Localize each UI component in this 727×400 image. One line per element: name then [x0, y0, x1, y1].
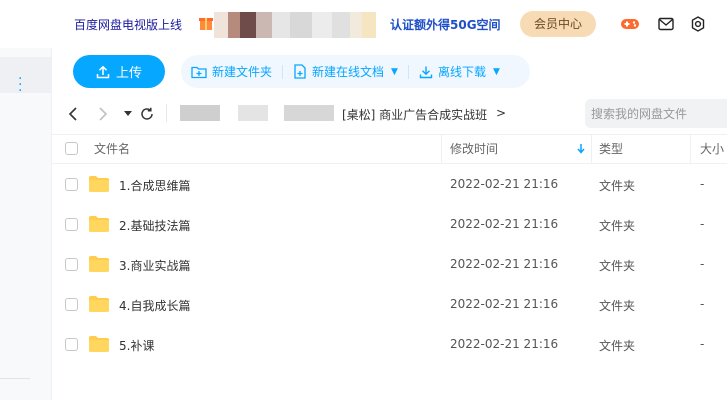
- file-name[interactable]: 3.商业实战篇: [119, 257, 190, 274]
- folder-icon: [89, 336, 109, 352]
- breadcrumb-arrow[interactable]: >: [496, 106, 506, 120]
- column-header-mtime[interactable]: 修改时间: [450, 135, 498, 163]
- file-mtime: 2022-02-21 21:16: [450, 337, 559, 351]
- file-size: -: [700, 217, 705, 231]
- dropdown-caret-icon: ▼: [391, 66, 398, 77]
- navigation-bar: [桌松] 商业广告合成实战班 >: [52, 96, 727, 132]
- sidebar-item-active[interactable]: · · ·: [0, 57, 52, 99]
- download-icon: [419, 66, 433, 78]
- file-mtime: 2022-02-21 21:16: [450, 217, 559, 231]
- row-checkbox[interactable]: [65, 338, 78, 351]
- blurred-breadcrumb[interactable]: [180, 105, 220, 121]
- folder-icon: [89, 176, 109, 192]
- settings-icon[interactable]: [688, 14, 708, 34]
- new-doc-icon: [294, 64, 306, 79]
- upload-label: 上传: [115, 66, 142, 81]
- offline-download-button[interactable]: 离线下载 ▼: [409, 55, 510, 88]
- vip-center-button[interactable]: 会员中心: [520, 11, 596, 37]
- file-name[interactable]: 4.自我成长篇: [119, 297, 190, 314]
- file-mtime: 2022-02-21 21:16: [450, 297, 559, 311]
- file-mtime: 2022-02-21 21:16: [450, 177, 559, 191]
- file-size: -: [700, 257, 705, 271]
- tv-version-link[interactable]: 百度网盘电视版上线: [74, 16, 182, 33]
- column-header-name[interactable]: 文件名: [94, 135, 130, 163]
- toolbar-actions: 新建文件夹 新建在线文档 ▼ 离线下载 ▼: [181, 55, 530, 88]
- search-box[interactable]: [585, 99, 727, 128]
- chevron-left-icon: [68, 107, 77, 121]
- file-size: -: [700, 297, 705, 311]
- row-checkbox[interactable]: [65, 218, 78, 231]
- folder-icon: [89, 216, 109, 232]
- file-name[interactable]: 1.合成思维篇: [119, 177, 190, 194]
- new-folder-button[interactable]: 新建文件夹: [181, 55, 282, 88]
- upload-button[interactable]: 上传: [73, 55, 165, 88]
- folder-icon: [89, 296, 109, 312]
- file-type: 文件夹: [599, 179, 636, 193]
- table-row[interactable]: 5.补课 2022-02-21 21:16 文件夹 -: [52, 324, 727, 364]
- file-name[interactable]: 2.基础技法篇: [119, 217, 190, 234]
- file-type: 文件夹: [599, 259, 636, 273]
- breadcrumb-current[interactable]: [桌松] 商业广告合成实战班: [342, 106, 487, 123]
- folder-icon: [89, 256, 109, 272]
- upload-icon: [96, 65, 110, 78]
- table-row[interactable]: 1.合成思维篇 2022-02-21 21:16 文件夹 -: [52, 164, 727, 204]
- dropdown-caret-icon: ▼: [492, 66, 500, 77]
- file-type: 文件夹: [599, 339, 636, 353]
- file-type: 文件夹: [599, 299, 636, 313]
- search-input[interactable]: [585, 99, 727, 128]
- file-name[interactable]: 5.补课: [119, 337, 154, 354]
- offline-download-label: 离线下载: [437, 65, 486, 79]
- certification-link[interactable]: 认证额外得50G空间: [390, 16, 501, 33]
- nav-divider: [166, 104, 167, 122]
- file-table-header: 文件名 修改时间 类型 大小: [52, 134, 727, 164]
- new-online-doc-label: 新建在线文档: [312, 65, 385, 79]
- new-folder-icon: [191, 66, 207, 78]
- mail-icon[interactable]: [656, 14, 676, 34]
- forward-button[interactable]: [94, 105, 112, 123]
- row-checkbox[interactable]: [65, 178, 78, 191]
- history-dropdown-button[interactable]: [119, 105, 137, 123]
- column-header-type[interactable]: 类型: [599, 135, 623, 163]
- blurred-breadcrumb[interactable]: [238, 105, 268, 121]
- column-divider[interactable]: [690, 135, 691, 163]
- caret-down-icon: [124, 111, 132, 116]
- sort-desc-icon[interactable]: [577, 144, 585, 154]
- gamepad-icon[interactable]: [620, 14, 640, 34]
- back-button[interactable]: [64, 105, 82, 123]
- file-size: -: [700, 177, 705, 191]
- gift-icon: [199, 18, 213, 30]
- column-divider[interactable]: [591, 135, 592, 163]
- table-row[interactable]: 2.基础技法篇 2022-02-21 21:16 文件夹 -: [52, 204, 727, 244]
- sidebar-divider: [0, 378, 30, 379]
- file-size: -: [700, 337, 705, 351]
- new-online-doc-button[interactable]: 新建在线文档 ▼: [283, 55, 408, 88]
- select-all-checkbox[interactable]: [65, 142, 78, 155]
- blurred-banner: [214, 12, 376, 38]
- blurred-breadcrumb[interactable]: [284, 105, 334, 121]
- file-type: 文件夹: [599, 219, 636, 233]
- left-sidebar: · · ·: [0, 48, 52, 400]
- column-header-size[interactable]: 大小: [700, 135, 724, 163]
- top-bar: 百度网盘电视版上线 认证额外得50G空间 会员中心: [0, 0, 727, 48]
- new-folder-label: 新建文件夹: [212, 65, 273, 79]
- more-dots-icon: · · ·: [18, 71, 23, 99]
- refresh-icon: [141, 107, 153, 120]
- chevron-right-icon: [99, 107, 108, 121]
- file-mtime: 2022-02-21 21:16: [450, 257, 559, 271]
- refresh-button[interactable]: [138, 105, 156, 123]
- table-row[interactable]: 4.自我成长篇 2022-02-21 21:16 文件夹 -: [52, 284, 727, 324]
- column-divider[interactable]: [441, 135, 442, 163]
- row-checkbox[interactable]: [65, 258, 78, 271]
- table-row[interactable]: 3.商业实战篇 2022-02-21 21:16 文件夹 -: [52, 244, 727, 284]
- row-checkbox[interactable]: [65, 298, 78, 311]
